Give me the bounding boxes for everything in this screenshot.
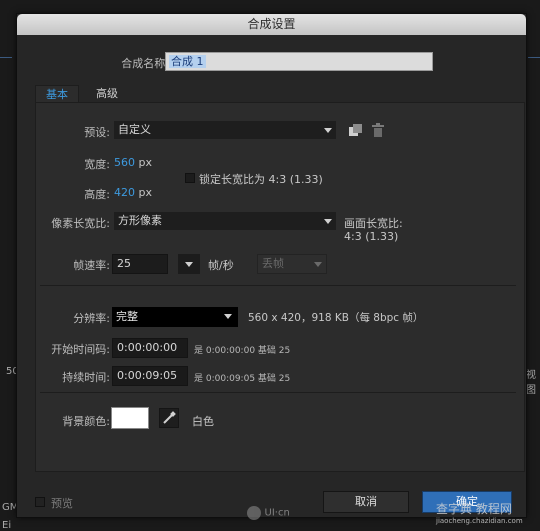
site-watermark: 查字典 教程网 jiaocheng.chazidian.com	[436, 500, 538, 528]
chevron-down-icon	[324, 128, 332, 133]
start-timecode-info: 是 0:00:00:00 基础 25	[194, 346, 291, 356]
tab-advanced[interactable]: 高级	[87, 85, 127, 103]
frame-rate-label: 帧速率:	[73, 259, 110, 272]
pixel-aspect-label: 像素长宽比:	[51, 217, 110, 230]
background-color-label: 背景颜色:	[62, 415, 110, 428]
preset-label: 预设:	[84, 126, 110, 139]
duration-info: 是 0:00:09:05 基础 25	[194, 374, 291, 384]
start-timecode-value: 0:00:00:00	[117, 341, 178, 354]
section-divider	[40, 285, 516, 286]
background-color-swatch[interactable]	[111, 407, 149, 429]
tab-basic-label: 基本	[46, 88, 68, 101]
start-timecode-field[interactable]: 0:00:00:00	[112, 338, 188, 358]
duration-value: 0:00:09:05	[117, 369, 178, 382]
background-bottom-left-text-2: Ei	[2, 520, 12, 531]
preset-value: 自定义	[118, 123, 151, 136]
frame-rate-dropdown-button[interactable]	[178, 254, 200, 274]
width-unit: px	[138, 156, 153, 169]
frame-rate-value: 25	[117, 257, 131, 270]
height-label: 高度:	[84, 188, 110, 201]
background-line	[0, 57, 12, 58]
comp-name-field[interactable]: 合成 1	[165, 52, 433, 71]
frame-aspect-label: 画面长宽比:	[344, 217, 403, 230]
resolution-value: 完整	[116, 310, 138, 323]
chevron-down-icon	[224, 314, 232, 319]
cancel-button-label: 取消	[355, 495, 377, 508]
uicn-logo-text: UI·cn	[264, 507, 290, 519]
lock-aspect-checkbox[interactable]	[185, 173, 195, 183]
height-field[interactable]: 420 px	[114, 186, 152, 199]
tab-advanced-label: 高级	[96, 87, 118, 100]
chevron-down-icon	[185, 262, 193, 267]
frame-aspect-value: 4:3 (1.33)	[344, 230, 399, 243]
preview-label: 预览	[51, 497, 73, 510]
uicn-logo: UI·cn	[247, 506, 297, 524]
resolution-label: 分辨率:	[73, 312, 110, 325]
width-label: 宽度:	[84, 158, 110, 171]
trash-icon[interactable]	[372, 123, 384, 137]
composition-settings-dialog: 合成设置 合成名称: 合成 1 基本 高级 预设: 自定义 宽度: 560 px…	[16, 13, 527, 518]
background-line	[528, 57, 540, 58]
preset-dropdown[interactable]: 自定义	[114, 121, 336, 139]
width-value: 560	[114, 156, 135, 169]
site-watermark-url: jiaocheng.chazidian.com	[436, 517, 523, 525]
background-right-text: 视图	[526, 370, 536, 396]
lock-aspect-label: 锁定长宽比为 4:3 (1.33)	[199, 173, 323, 186]
duration-label: 持续时间:	[62, 371, 110, 384]
duration-field[interactable]: 0:00:09:05	[112, 366, 188, 386]
resolution-info: 560 x 420，918 KB（每 8bpc 帧）	[248, 312, 424, 324]
cancel-button[interactable]: 取消	[323, 491, 409, 513]
save-preset-icon[interactable]	[349, 124, 362, 136]
height-value: 420	[114, 186, 135, 199]
basic-settings-panel: 预设: 自定义 宽度: 560 px 高度: 420 px 锁定长宽比为 4:3…	[35, 102, 525, 472]
pixel-aspect-value: 方形像素	[118, 214, 162, 227]
preview-checkbox[interactable]	[35, 497, 45, 507]
drop-frame-dropdown[interactable]: 丢帧	[257, 254, 327, 274]
drop-frame-value: 丢帧	[262, 257, 284, 270]
start-timecode-label: 开始时间码:	[51, 343, 110, 356]
pixel-aspect-dropdown[interactable]: 方形像素	[114, 212, 336, 230]
dialog-title: 合成设置	[17, 14, 526, 35]
width-field[interactable]: 560 px	[114, 156, 152, 169]
background-color-name: 白色	[192, 415, 214, 428]
resolution-dropdown[interactable]: 完整	[112, 307, 238, 327]
tab-basic[interactable]: 基本	[35, 85, 79, 103]
eyedropper-icon[interactable]	[159, 408, 179, 428]
comp-name-value: 合成 1	[169, 55, 206, 68]
site-watermark-text: 查字典 教程网	[436, 502, 512, 516]
section-divider	[40, 392, 516, 393]
chevron-down-icon	[314, 262, 322, 267]
comp-name-label: 合成名称:	[121, 57, 169, 70]
height-unit: px	[138, 186, 153, 199]
frame-rate-field[interactable]: 25	[112, 254, 168, 274]
frame-rate-unit: 帧/秒	[208, 259, 234, 272]
chevron-down-icon	[324, 219, 332, 224]
